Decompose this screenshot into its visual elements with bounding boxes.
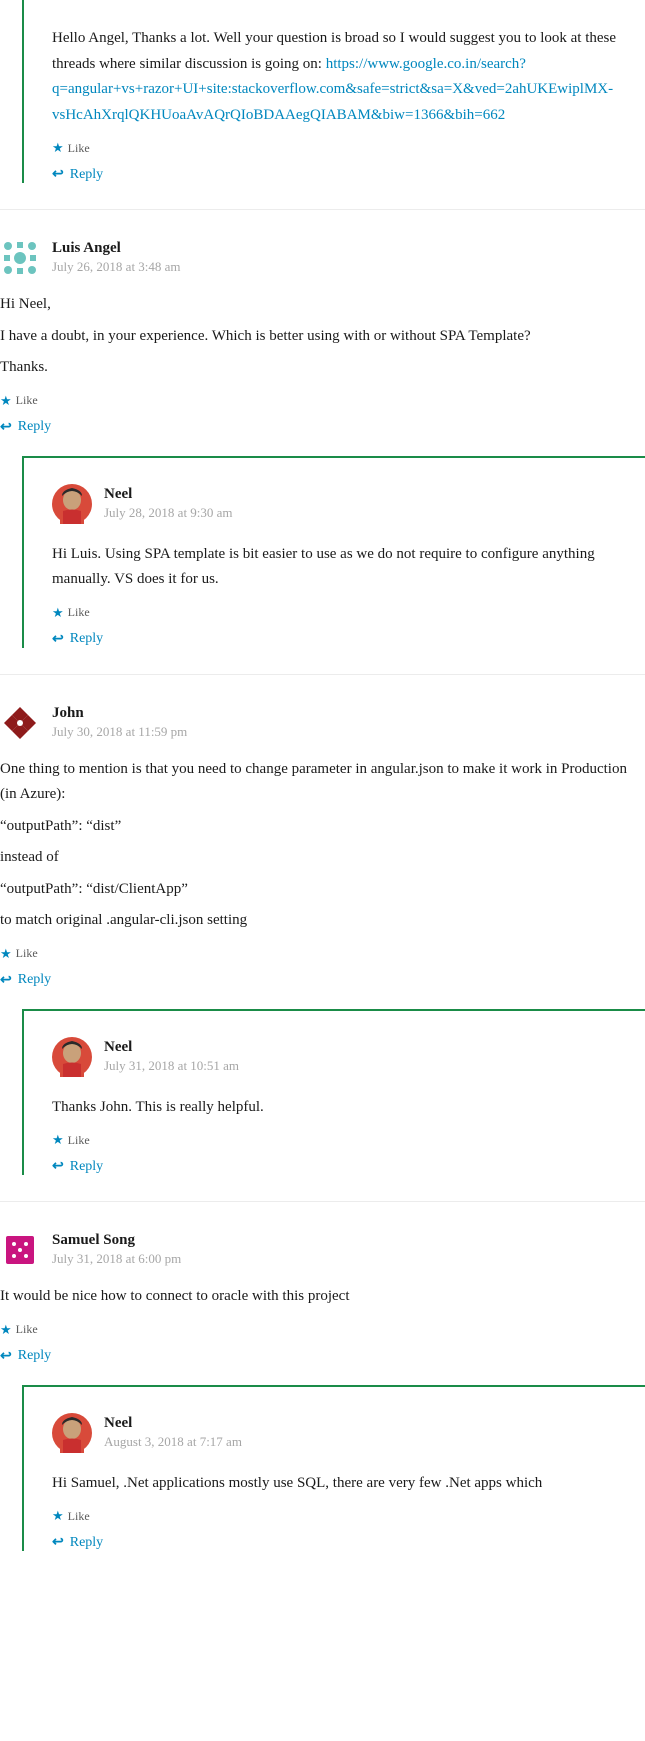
comment: Luis Angel July 26, 2018 at 3:48 am Hi N… [0,238,645,436]
like-label: Like [68,1133,90,1148]
like-label: Like [16,1322,38,1337]
reply-arrow-icon: ↩ [52,631,64,648]
comment-timestamp[interactable]: August 3, 2018 at 7:17 am [104,1434,242,1450]
avatar [0,238,40,278]
reply-label: Reply [18,972,51,988]
comment-author: John [52,705,187,722]
comment: Samuel Song July 31, 2018 at 6:00 pm It … [0,1230,645,1365]
reply-row[interactable]: ↩ Reply [52,1534,627,1551]
star-icon: ★ [52,1508,64,1524]
comment-author: Luis Angel [52,240,181,257]
comment-reply: Neel July 31, 2018 at 10:51 am Thanks Jo… [22,1009,645,1176]
comment-timestamp[interactable]: July 31, 2018 at 10:51 am [104,1058,239,1074]
comment-meta: Luis Angel July 26, 2018 at 3:48 am [0,238,645,278]
avatar [52,1037,92,1077]
reply-label: Reply [18,419,51,435]
comment-body: Thanks John. This is really helpful. [52,1095,627,1121]
comment-author: Neel [104,486,233,503]
like-row[interactable]: ★ Like [0,946,645,962]
reply-label: Reply [70,1535,103,1551]
comment-meta: Neel July 31, 2018 at 10:51 am [52,1037,627,1077]
comment-reply: Hello Angel, Thanks a lot. Well your que… [22,0,645,183]
comment: John July 30, 2018 at 11:59 pm One thing… [0,703,645,989]
reply-arrow-icon: ↩ [0,1348,12,1365]
comment-timestamp[interactable]: July 26, 2018 at 3:48 am [52,259,181,275]
comment-link[interactable]: https://www.google.co.in/search?q=angula… [52,56,613,123]
comment-author: Samuel Song [52,1232,181,1249]
reply-row[interactable]: ↩ Reply [0,1348,645,1365]
comment-reply: Neel July 28, 2018 at 9:30 am Hi Luis. U… [22,456,645,648]
comment-reply: Neel August 3, 2018 at 7:17 am Hi Samuel… [22,1385,645,1552]
comment-meta: Neel July 28, 2018 at 9:30 am [52,484,627,524]
comment-timestamp[interactable]: July 30, 2018 at 11:59 pm [52,724,187,740]
star-icon: ★ [0,946,12,962]
star-icon: ★ [52,605,64,621]
comment-divider [0,674,645,675]
comment-divider [0,1201,645,1202]
reply-row[interactable]: ↩ Reply [52,631,627,648]
comment-author: Neel [104,1039,239,1056]
reply-label: Reply [70,1159,103,1175]
reply-row[interactable]: ↩ Reply [52,166,627,183]
reply-row[interactable]: ↩ Reply [52,1158,627,1175]
like-row[interactable]: ★ Like [52,1132,627,1148]
reply-arrow-icon: ↩ [52,1158,64,1175]
like-label: Like [16,946,38,961]
comment-meta: Samuel Song July 31, 2018 at 6:00 pm [0,1230,645,1270]
like-label: Like [16,393,38,408]
reply-arrow-icon: ↩ [0,419,12,436]
star-icon: ★ [0,1322,12,1338]
like-row[interactable]: ★ Like [52,140,627,156]
avatar [0,703,40,743]
like-label: Like [68,605,90,620]
comment-body: Hi Neel,I have a doubt, in your experien… [0,292,645,381]
reply-arrow-icon: ↩ [52,1534,64,1551]
avatar [52,1413,92,1453]
avatar [52,484,92,524]
like-row[interactable]: ★ Like [52,605,627,621]
reply-arrow-icon: ↩ [52,166,64,183]
like-row[interactable]: ★ Like [0,393,645,409]
comment-body: Hi Samuel, .Net applications mostly use … [52,1471,627,1497]
reply-arrow-icon: ↩ [0,972,12,989]
comment-timestamp[interactable]: July 31, 2018 at 6:00 pm [52,1251,181,1267]
comment-body: One thing to mention is that you need to… [0,757,645,934]
comment-timestamp[interactable]: July 28, 2018 at 9:30 am [104,505,233,521]
comment-body: Hello Angel, Thanks a lot. Well your que… [52,26,627,128]
star-icon: ★ [52,1132,64,1148]
reply-label: Reply [70,167,103,183]
comment-meta: Neel August 3, 2018 at 7:17 am [52,1413,627,1453]
reply-label: Reply [70,631,103,647]
star-icon: ★ [0,393,12,409]
like-row[interactable]: ★ Like [52,1508,627,1524]
like-label: Like [68,1509,90,1524]
comment-body: Hi Luis. Using SPA template is bit easie… [52,542,627,593]
like-row[interactable]: ★ Like [0,1322,645,1338]
comment-meta: John July 30, 2018 at 11:59 pm [0,703,645,743]
comment-body: It would be nice how to connect to oracl… [0,1284,645,1310]
avatar [0,1230,40,1270]
star-icon: ★ [52,140,64,156]
reply-label: Reply [18,1348,51,1364]
reply-row[interactable]: ↩ Reply [0,419,645,436]
like-label: Like [68,141,90,156]
reply-row[interactable]: ↩ Reply [0,972,645,989]
comment-author: Neel [104,1415,242,1432]
comment-divider [0,209,645,210]
